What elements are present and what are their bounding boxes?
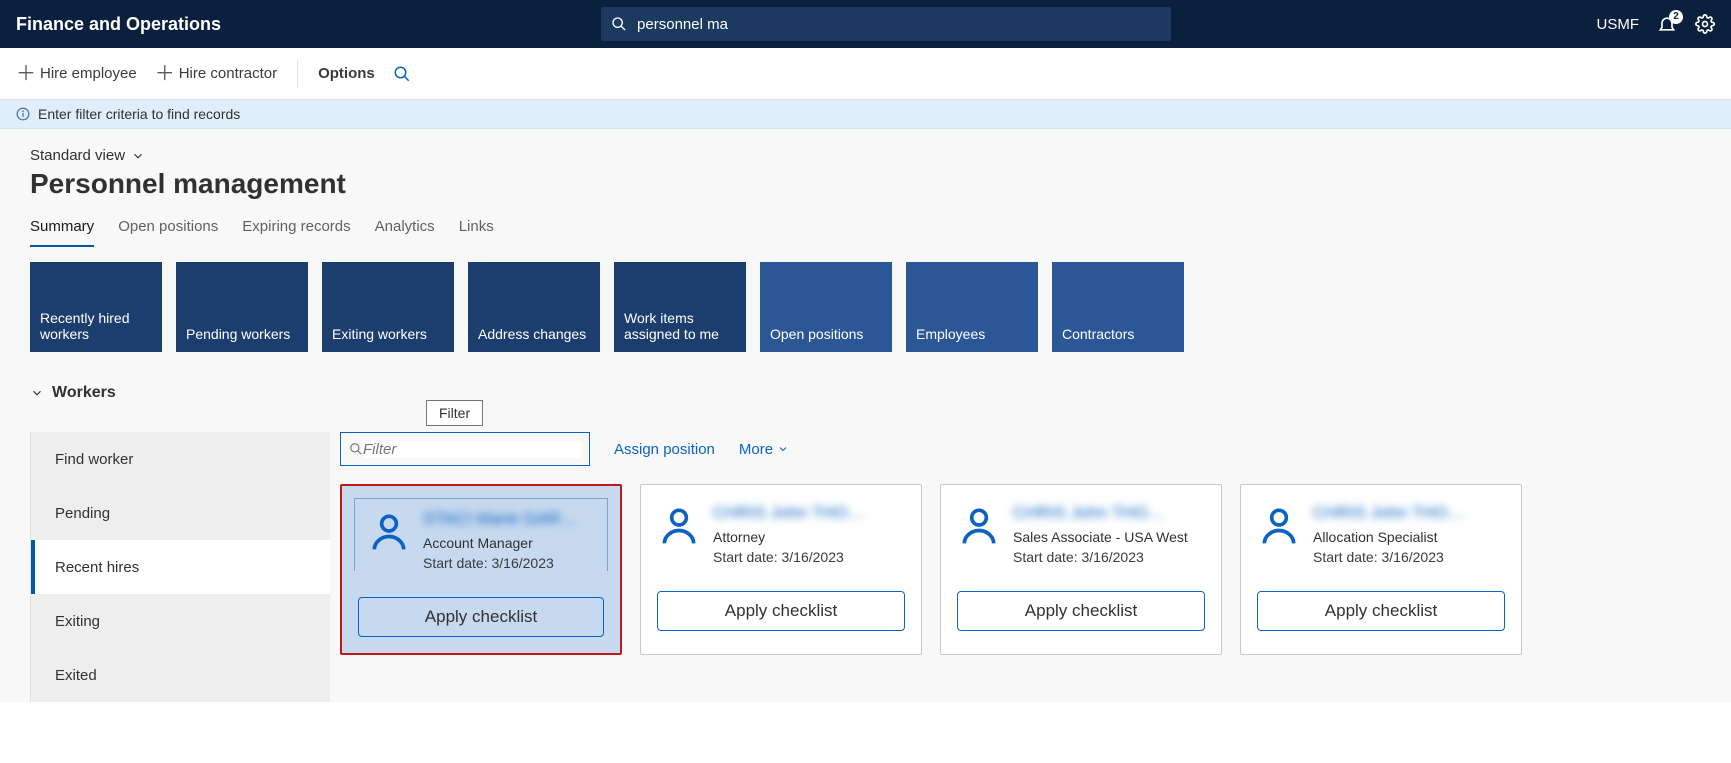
- sidenav-item-find-worker[interactable]: Find worker: [31, 432, 330, 486]
- person-icon: [1257, 503, 1301, 565]
- divider: [297, 60, 298, 88]
- hire-employee-button[interactable]: ＋ Hire employee: [16, 64, 137, 84]
- view-label: Standard view: [30, 147, 125, 164]
- person-icon: [957, 503, 1001, 565]
- apply-checklist-button[interactable]: Apply checklist: [957, 591, 1205, 631]
- search-icon: [611, 16, 627, 32]
- company-code[interactable]: USMF: [1597, 16, 1640, 33]
- person-icon: [657, 503, 701, 565]
- tile-exiting-workers[interactable]: Exiting workers: [322, 262, 454, 352]
- workers-section: Workers Find workerPendingRecent hiresEx…: [30, 384, 1701, 702]
- global-search-input[interactable]: [627, 16, 1161, 33]
- worker-card[interactable]: CHRIS John THO… Allocation Specialist Star…: [1240, 484, 1522, 655]
- tile-employees[interactable]: Employees: [906, 262, 1038, 352]
- section-title: Workers: [52, 384, 116, 402]
- tab-links[interactable]: Links: [459, 212, 494, 247]
- more-button[interactable]: More: [739, 441, 789, 458]
- worker-cards: STACI Marie GAR… Account Manager Start dat…: [340, 484, 1701, 655]
- workers-heading[interactable]: Workers: [30, 384, 1701, 402]
- worker-name[interactable]: CHRIS John THO…: [1013, 503, 1205, 523]
- tile-recently-hired-workers[interactable]: Recently hired workers: [30, 262, 162, 352]
- tab-strip: Summary Open positions Expiring records Ana…: [30, 212, 1701, 248]
- workers-toolbar: Assign position More: [340, 432, 1701, 466]
- card-body: CHRIS John THO… Attorney Start date: 3/16/…: [657, 503, 905, 565]
- worker-start-date: Start date: 3/16/2023: [423, 555, 595, 571]
- info-message: Enter filter criteria to find records: [38, 106, 240, 122]
- tile-pending-workers[interactable]: Pending workers: [176, 262, 308, 352]
- page-title: Personnel management: [30, 168, 1701, 200]
- worker-name[interactable]: CHRIS John THO…: [1313, 503, 1505, 523]
- notification-badge: 2: [1669, 10, 1683, 24]
- worker-card[interactable]: CHRIS John THO… Sales Associate - USA Wes…: [940, 484, 1222, 655]
- card-text: CHRIS John THO… Allocation Specialist Star…: [1313, 503, 1505, 565]
- top-bar: Finance and Operations USMF 2: [0, 0, 1731, 48]
- tab-analytics[interactable]: Analytics: [375, 212, 435, 247]
- chevron-down-icon: [777, 443, 789, 455]
- apply-checklist-button[interactable]: Apply checklist: [1257, 591, 1505, 631]
- person-icon: [367, 509, 411, 571]
- options-button[interactable]: Options: [318, 65, 375, 82]
- workers-body: Find workerPendingRecent hiresExitingExi…: [30, 432, 1701, 702]
- chevron-down-icon: [30, 386, 44, 400]
- sidenav-item-pending[interactable]: Pending: [31, 486, 330, 540]
- more-label: More: [739, 441, 773, 458]
- worker-start-date: Start date: 3/16/2023: [1013, 549, 1205, 565]
- tile-address-changes[interactable]: Address changes: [468, 262, 600, 352]
- workers-sidenav: Find workerPendingRecent hiresExitingExi…: [30, 432, 330, 702]
- sidenav-item-exiting[interactable]: Exiting: [31, 594, 330, 648]
- hire-contractor-label: Hire contractor: [179, 65, 277, 82]
- card-body: CHRIS John THO… Sales Associate - USA Wes…: [957, 503, 1205, 565]
- filter-input[interactable]: [363, 441, 581, 458]
- worker-role: Account Manager: [423, 535, 595, 551]
- tab-summary[interactable]: Summary: [30, 212, 94, 247]
- card-text: STACI Marie GAR… Account Manager Start dat…: [423, 509, 595, 571]
- assign-position-button[interactable]: Assign position: [614, 441, 715, 458]
- tile-open-positions[interactable]: Open positions: [760, 262, 892, 352]
- worker-start-date: Start date: 3/16/2023: [1313, 549, 1505, 565]
- page-search-button[interactable]: [393, 65, 411, 83]
- plus-icon: ＋: [155, 64, 175, 84]
- worker-start-date: Start date: 3/16/2023: [713, 549, 905, 565]
- sidenav-item-recent-hires[interactable]: Recent hires: [31, 540, 330, 594]
- action-bar: ＋ Hire employee ＋ Hire contractor Option…: [0, 48, 1731, 100]
- tab-expiring-records[interactable]: Expiring records: [242, 212, 350, 247]
- card-body: STACI Marie GAR… Account Manager Start dat…: [354, 498, 608, 571]
- worker-card[interactable]: STACI Marie GAR… Account Manager Start dat…: [340, 484, 622, 655]
- tile-work-items-assigned-to-me[interactable]: Work items assigned to me: [614, 262, 746, 352]
- notifications-button[interactable]: 2: [1657, 14, 1677, 34]
- apply-checklist-button[interactable]: Apply checklist: [657, 591, 905, 631]
- worker-role: Allocation Specialist: [1313, 529, 1505, 545]
- info-icon: [16, 107, 30, 121]
- workspace: Standard view Personnel management Summa…: [0, 129, 1731, 702]
- global-search[interactable]: [601, 7, 1171, 41]
- search-icon: [349, 442, 363, 456]
- card-body: CHRIS John THO… Allocation Specialist Star…: [1257, 503, 1505, 565]
- filter-tooltip: Filter: [426, 400, 483, 426]
- info-bar: Enter filter criteria to find records: [0, 100, 1731, 129]
- tile-contractors[interactable]: Contractors: [1052, 262, 1184, 352]
- view-selector[interactable]: Standard view: [30, 147, 1701, 164]
- filter-box[interactable]: [340, 432, 590, 466]
- card-text: CHRIS John THO… Sales Associate - USA Wes…: [1013, 503, 1205, 565]
- topbar-right: USMF 2: [1597, 14, 1716, 34]
- workers-main: Filter Assign position More: [330, 432, 1701, 702]
- tiles-row: Recently hired workersPending workersExi…: [30, 262, 1701, 352]
- worker-role: Attorney: [713, 529, 905, 545]
- worker-name[interactable]: STACI Marie GAR…: [423, 509, 595, 529]
- plus-icon: ＋: [16, 64, 36, 84]
- apply-checklist-button[interactable]: Apply checklist: [358, 597, 604, 637]
- worker-card[interactable]: CHRIS John THO… Attorney Start date: 3/16/…: [640, 484, 922, 655]
- card-text: CHRIS John THO… Attorney Start date: 3/16/…: [713, 503, 905, 565]
- worker-role: Sales Associate - USA West: [1013, 529, 1205, 545]
- gear-icon[interactable]: [1695, 14, 1715, 34]
- worker-name[interactable]: CHRIS John THO…: [713, 503, 905, 523]
- sidenav-item-exited[interactable]: Exited: [31, 648, 330, 702]
- hire-contractor-button[interactable]: ＋ Hire contractor: [155, 64, 277, 84]
- hire-employee-label: Hire employee: [40, 65, 137, 82]
- chevron-down-icon: [131, 149, 145, 163]
- tab-open-positions[interactable]: Open positions: [118, 212, 218, 247]
- app-title: Finance and Operations: [16, 14, 221, 35]
